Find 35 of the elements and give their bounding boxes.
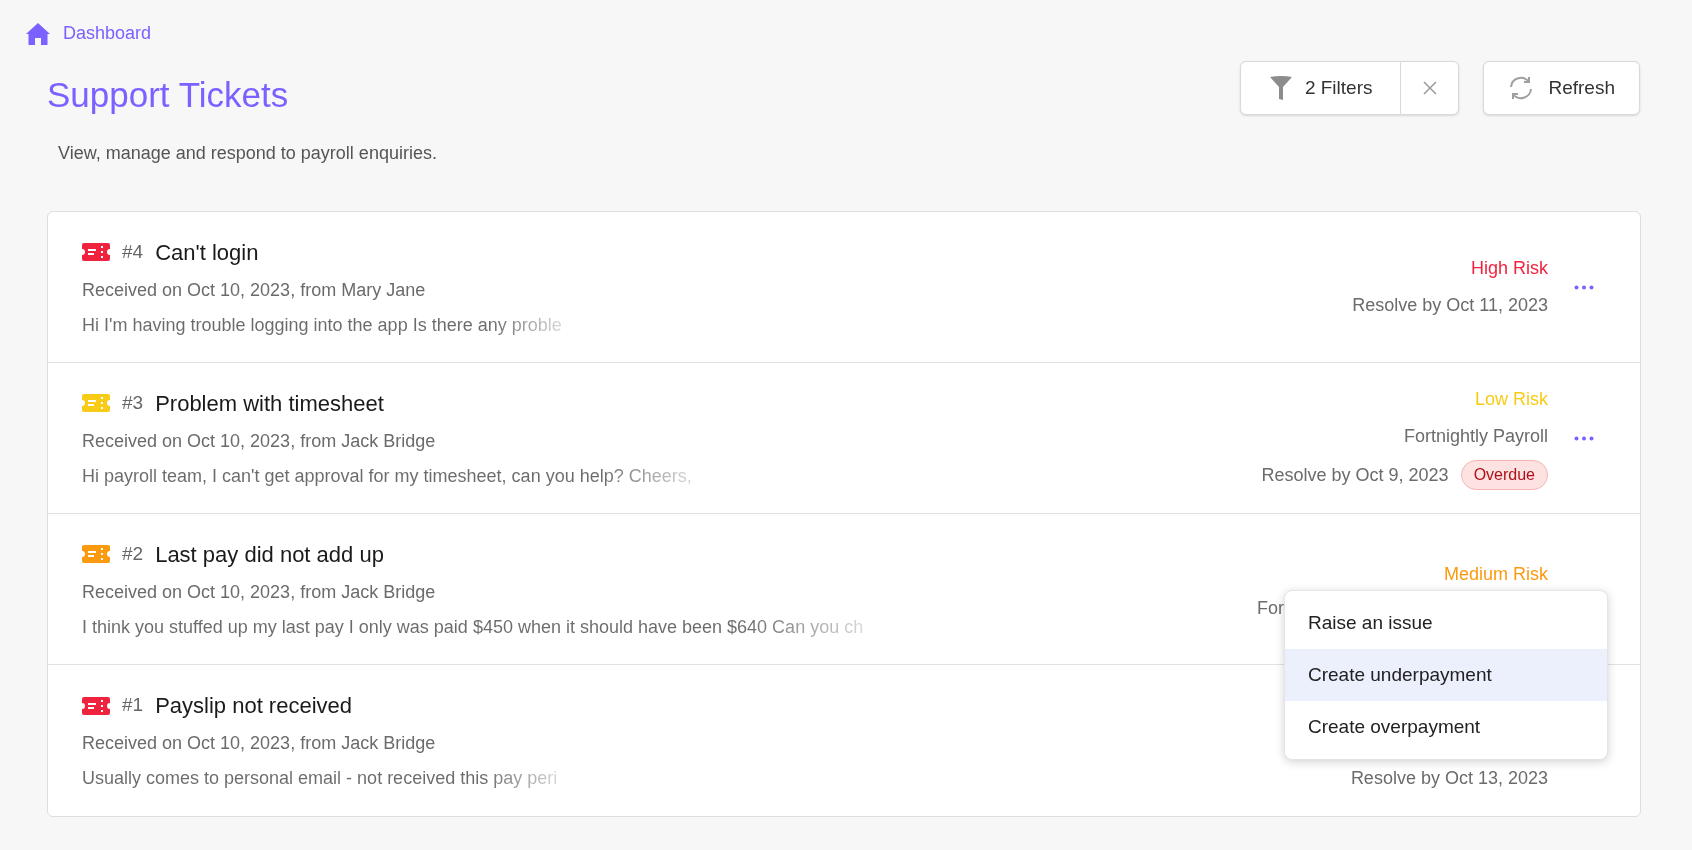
received-text: Received on Oct 10, 2023, from Mary Jane xyxy=(82,278,427,302)
ticket-number: #3 xyxy=(122,390,144,415)
ticket-title: Payslip not received xyxy=(155,692,353,720)
ticket-number: #4 xyxy=(122,239,144,264)
payroll-category: For xyxy=(1257,597,1284,618)
ticket-number: #1 xyxy=(122,693,144,718)
menu-item[interactable]: Create underpayment xyxy=(1285,649,1607,701)
risk-label: Medium Risk xyxy=(1443,562,1548,586)
breadcrumb-link[interactable]: Dashboard xyxy=(63,20,152,47)
menu-item[interactable]: Raise an issue xyxy=(1285,597,1607,649)
page-title: Support Tickets xyxy=(47,74,289,116)
filter-icon xyxy=(1268,75,1293,101)
risk-label: Low Risk xyxy=(1474,388,1548,411)
resolve-date: Resolve by Oct 11, 2023 xyxy=(1352,294,1548,317)
filters-button[interactable]: 2 Filters xyxy=(1240,62,1401,114)
resolve-date: Resolve by Oct 9, 2023 xyxy=(1261,463,1449,487)
menu-item[interactable]: Create overpayment xyxy=(1285,701,1607,753)
more-icon[interactable] xyxy=(1574,284,1594,290)
page-subtitle: View, manage and respond to payroll enquiries. xyxy=(58,142,438,165)
received-text: Received on Oct 10, 2023, from Jack Bridge xyxy=(82,732,437,755)
more-icon[interactable] xyxy=(1574,435,1594,441)
received-text: Received on Oct 10, 2023, from Jack Bridge xyxy=(82,429,437,453)
received-text: Received on Oct 10, 2023, from Jack Bridge xyxy=(82,580,437,604)
home-icon[interactable] xyxy=(25,21,51,46)
ticket-number: #2 xyxy=(122,541,144,566)
refresh-icon xyxy=(1508,75,1535,101)
risk-label: High Risk xyxy=(1470,257,1548,280)
resolve-date: Resolve by Oct 13, 2023 xyxy=(1350,767,1548,790)
payroll-category: Fortnightly Payroll xyxy=(1403,425,1548,448)
refresh-button[interactable]: Refresh xyxy=(1483,61,1640,115)
overdue-badge: Overdue xyxy=(1460,460,1548,490)
ticket-title: Can't login xyxy=(155,238,259,267)
ticket-title: Problem with timesheet xyxy=(155,389,384,418)
close-icon xyxy=(1422,81,1437,95)
ticket-title: Last pay did not add up xyxy=(155,540,384,569)
